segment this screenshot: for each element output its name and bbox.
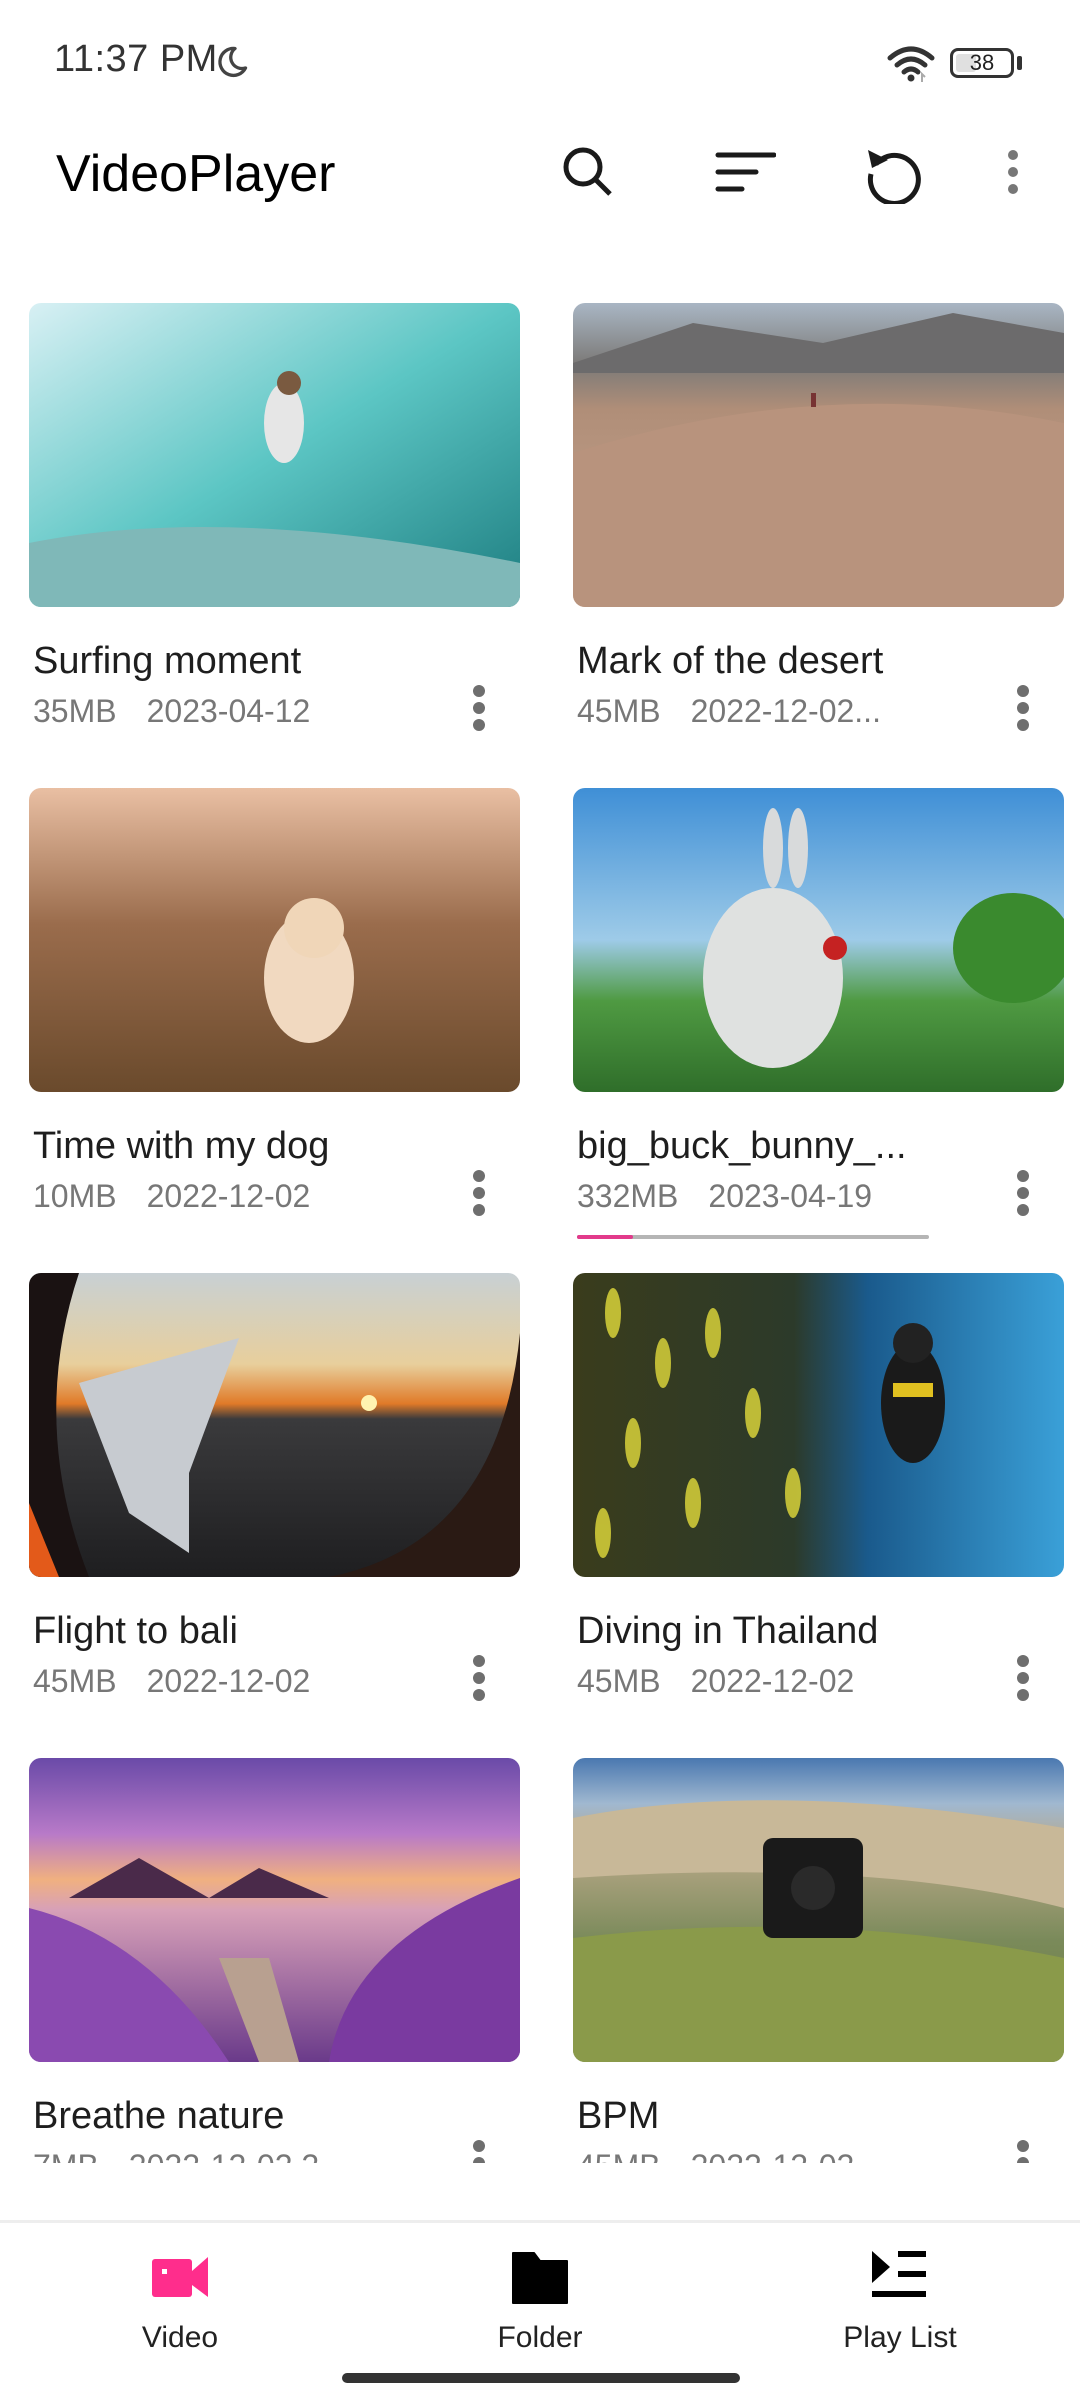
home-indicator[interactable]	[342, 2373, 740, 2383]
video-date: 2022-12-02	[691, 2148, 855, 2163]
video-title: BPM	[577, 2095, 660, 2137]
video-size: 332MB	[577, 1178, 679, 1214]
more-options-button[interactable]	[983, 136, 1043, 208]
video-size: 45MB	[33, 1663, 117, 1699]
video-title: Flight to bali	[33, 1610, 238, 1652]
video-more-button[interactable]	[459, 673, 499, 743]
video-more-button[interactable]	[459, 2128, 499, 2163]
video-thumbnail[interactable]	[573, 1758, 1064, 2062]
video-meta: 45MB 2022-12-02...	[577, 693, 881, 730]
video-card[interactable]: Diving in Thailand 45MB 2022-12-02	[573, 1273, 1064, 1758]
video-size: 7MB	[33, 2148, 99, 2163]
search-button[interactable]	[552, 136, 624, 208]
video-date: 2023-04-19	[708, 1178, 873, 1214]
diving-thumbnail-image	[573, 1273, 1064, 1577]
video-thumbnail[interactable]	[29, 1273, 520, 1577]
video-size: 45MB	[577, 693, 661, 729]
more-vert-icon	[1008, 150, 1018, 194]
video-card[interactable]: Mark of the desert 45MB 2022-12-02...	[573, 303, 1064, 788]
dog-thumbnail-image	[29, 788, 520, 1092]
video-more-button[interactable]	[459, 1158, 499, 1228]
video-card[interactable]: Surfing moment 35MB 2023-04-12	[29, 303, 520, 788]
video-more-button[interactable]	[1003, 1158, 1043, 1228]
video-thumbnail[interactable]	[573, 303, 1064, 607]
surfer-thumbnail-image	[29, 303, 520, 607]
video-date: 2022-12-02	[690, 1663, 855, 1699]
video-card[interactable]: Flight to bali 45MB 2022-12-02	[29, 1273, 520, 1758]
video-title: Time with my dog	[33, 1125, 330, 1167]
nav-label-video: Video	[141, 2321, 219, 2354]
video-more-button[interactable]	[1003, 673, 1043, 743]
video-card[interactable]: big_buck_bunny_... 332MB 2023-04-19	[573, 788, 1064, 1273]
video-meta: 45MB 2022-12-02	[577, 1663, 854, 1700]
video-date: 2022-12-02	[146, 1178, 311, 1214]
video-meta: 10MB 2022-12-02	[33, 1178, 310, 1215]
video-title: Breathe nature	[33, 2095, 285, 2137]
nature-thumbnail-image	[29, 1758, 520, 2062]
wifi-icon	[887, 46, 935, 82]
video-meta: 7MB 2022-12-02 2	[33, 2148, 319, 2163]
video-grid: Surfing moment 35MB 2023-04-12 Mark of th…	[0, 303, 1080, 2163]
video-thumbnail[interactable]	[573, 1273, 1064, 1577]
video-card[interactable]: BPM 45MB 2022-12-02	[573, 1758, 1064, 2163]
flight-thumbnail-image	[29, 1273, 520, 1577]
video-title: Surfing moment	[33, 640, 302, 682]
search-icon	[563, 147, 612, 196]
video-thumbnail[interactable]	[29, 303, 520, 607]
watch-progress-bar	[577, 1235, 929, 1239]
video-size: 35MB	[33, 693, 117, 729]
video-title: Mark of the desert	[577, 640, 884, 682]
video-thumbnail[interactable]	[29, 1758, 520, 2062]
video-camera-icon	[152, 2257, 208, 2297]
video-meta: 45MB 2022-12-02	[33, 1663, 310, 1700]
video-date: 2022-12-02 2	[129, 2148, 319, 2163]
battery-icon: 38	[950, 48, 1014, 78]
moon-icon	[218, 46, 248, 78]
video-thumbnail[interactable]	[573, 788, 1064, 1092]
refresh-icon	[867, 150, 921, 204]
video-size: 45MB	[577, 2148, 661, 2163]
video-date: 2022-12-02...	[690, 693, 881, 729]
video-size: 10MB	[33, 1178, 117, 1214]
app-title: VideoPlayer	[56, 145, 336, 203]
video-title: Diving in Thailand	[577, 1610, 879, 1652]
video-meta: 332MB 2023-04-19	[577, 1178, 872, 1215]
video-thumbnail[interactable]	[29, 788, 520, 1092]
jeep-thumbnail-image	[573, 1758, 1064, 2062]
sort-button[interactable]	[708, 136, 780, 208]
video-date: 2023-04-12	[146, 693, 311, 729]
bunny-thumbnail-image	[573, 788, 1064, 1092]
nav-item-playlist[interactable]: Play List	[800, 2235, 1000, 2365]
status-bar: 11:37 PM 38	[0, 0, 1080, 120]
refresh-button[interactable]	[858, 136, 930, 208]
video-card[interactable]: Time with my dog 10MB 2022-12-02	[29, 788, 520, 1273]
sort-icon	[715, 152, 776, 192]
battery-level: 38	[969, 50, 995, 75]
folder-icon	[512, 2252, 568, 2304]
video-meta: 45MB 2022-12-02	[577, 2148, 854, 2163]
video-card[interactable]: Breathe nature 7MB 2022-12-02 2	[29, 1758, 520, 2163]
desert-thumbnail-image	[573, 303, 1064, 607]
nav-item-folder[interactable]: Folder	[440, 2235, 640, 2365]
watch-progress-fill	[577, 1235, 634, 1239]
video-size: 45MB	[577, 1663, 661, 1699]
video-title: big_buck_bunny_...	[577, 1125, 907, 1167]
video-meta: 35MB 2023-04-12	[33, 693, 310, 730]
video-date: 2022-12-02	[146, 1663, 311, 1699]
nav-label-folder: Folder	[497, 2321, 583, 2354]
nav-item-video[interactable]: Video	[80, 2235, 280, 2365]
playlist-icon	[872, 2251, 926, 2297]
nav-label-playlist: Play List	[843, 2321, 957, 2354]
status-time: 11:37 PM	[54, 38, 218, 80]
video-more-button[interactable]	[459, 1643, 499, 1713]
video-more-button[interactable]	[1003, 1643, 1043, 1713]
video-more-button[interactable]	[1003, 2128, 1043, 2163]
battery-tip	[1017, 56, 1022, 70]
